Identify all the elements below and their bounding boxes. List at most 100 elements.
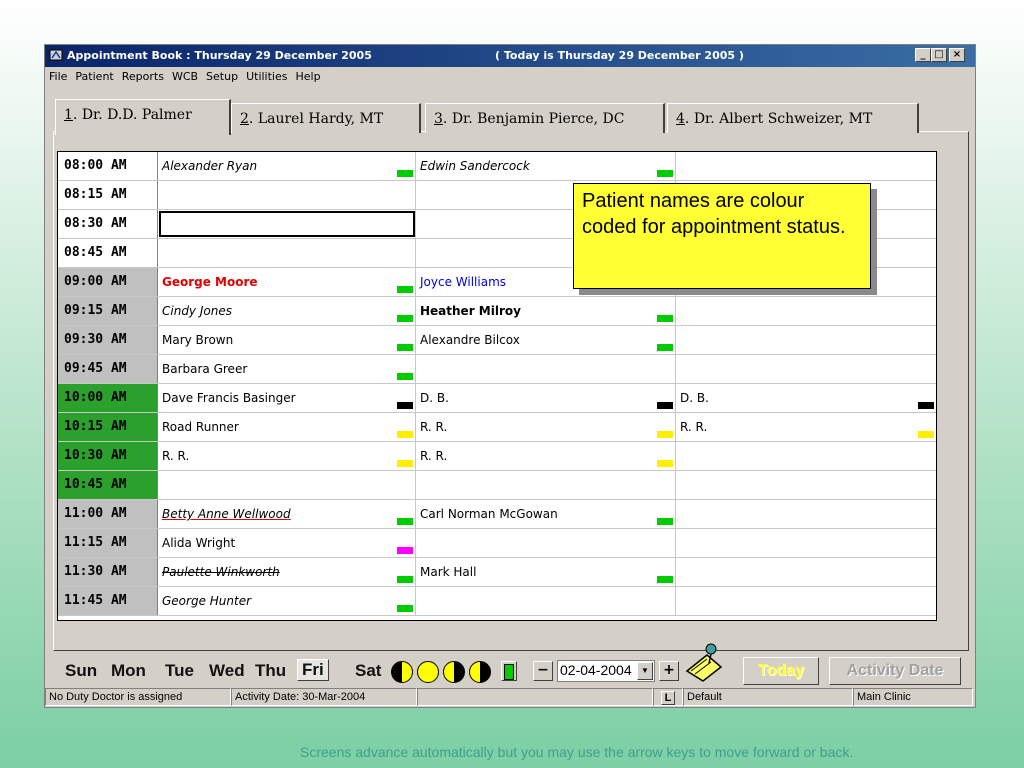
status-marker: [657, 518, 673, 525]
appointment-cell[interactable]: [676, 442, 936, 470]
next-date-button[interactable]: +: [659, 661, 679, 681]
day-wed-button[interactable]: Wed: [209, 661, 245, 681]
activity-date-button[interactable]: Activity Date: [829, 657, 961, 685]
minimize-button[interactable]: _: [915, 48, 931, 62]
status-marker: [397, 547, 413, 554]
chevron-down-icon[interactable]: ▼: [637, 662, 653, 680]
appointment-cell[interactable]: [676, 587, 936, 615]
time-slot-label: 09:30 AM: [58, 326, 158, 354]
tab-laurel-hardy[interactable]: 2. Laurel Hardy, MT: [231, 103, 421, 133]
appointment-cell[interactable]: Road Runner: [158, 413, 416, 441]
status-indicator-button[interactable]: [501, 661, 517, 681]
table-row: 11:30 AM Paulette Winkworth Mark Hall: [58, 558, 936, 587]
tab-albert-schweizer[interactable]: 4. Dr. Albert Schweizer, MT: [667, 103, 919, 133]
status-marker: [657, 315, 673, 322]
appointment-cell[interactable]: George Moore: [158, 268, 416, 296]
appointment-cell[interactable]: D. B.: [416, 384, 676, 412]
day-fri-button[interactable]: Fri: [297, 659, 329, 681]
time-slot-label: 09:00 AM: [58, 268, 158, 296]
note-pin-icon[interactable]: [681, 641, 729, 685]
appointment-cell[interactable]: Edwin Sandercock: [416, 152, 676, 180]
patient-name: Dave Francis Basinger: [162, 391, 296, 405]
appointment-cell[interactable]: [676, 355, 936, 383]
date-picker[interactable]: 02-04-2004 ▼: [557, 660, 655, 682]
appointment-cell[interactable]: Carl Norman McGowan: [416, 500, 676, 528]
appointment-cell[interactable]: [676, 500, 936, 528]
day-sat-button[interactable]: Sat: [355, 661, 381, 681]
menu-file[interactable]: File: [45, 67, 71, 83]
clinic-status: Main Clinic: [853, 688, 973, 706]
time-slot-label: 11:15 AM: [58, 529, 158, 557]
appointment-cell[interactable]: Betty Anne Wellwood: [158, 500, 416, 528]
appointment-cell[interactable]: [416, 471, 676, 499]
appointment-cell[interactable]: Alexander Ryan: [158, 152, 416, 180]
day-thu-button[interactable]: Thu: [255, 661, 286, 681]
appointment-cell[interactable]: [676, 152, 936, 180]
tab-dr-palmer[interactable]: 1. Dr. D.D. Palmer: [55, 99, 231, 135]
patient-name: Cindy Jones: [162, 304, 232, 318]
menu-setup[interactable]: Setup: [202, 67, 242, 83]
appointment-cell[interactable]: [158, 210, 416, 238]
time-slot-label: 10:30 AM: [58, 442, 158, 470]
appointment-cell[interactable]: [158, 239, 416, 267]
appointment-cell[interactable]: R. R.: [676, 413, 936, 441]
appointment-cell[interactable]: [158, 181, 416, 209]
status-marker: [657, 576, 673, 583]
moon-phase-icon[interactable]: [391, 661, 413, 683]
day-mon-button[interactable]: Mon: [111, 661, 146, 681]
menu-wcb[interactable]: WCB: [168, 67, 202, 83]
appointment-cell[interactable]: [416, 529, 676, 557]
appointment-cell[interactable]: [676, 558, 936, 586]
table-row: 09:45 AM Barbara Greer: [58, 355, 936, 384]
time-slot-label: 09:45 AM: [58, 355, 158, 383]
menu-reports[interactable]: Reports: [118, 67, 168, 83]
patient-name: Betty Anne Wellwood: [162, 507, 291, 521]
menu-help[interactable]: Help: [291, 67, 324, 83]
appointment-cell[interactable]: Alexandre Bilcox: [416, 326, 676, 354]
close-button[interactable]: ×: [949, 48, 965, 62]
appointment-cell[interactable]: Dave Francis Basinger: [158, 384, 416, 412]
previous-date-button[interactable]: −: [533, 661, 553, 681]
table-row: 11:00 AM Betty Anne Wellwood Carl Norman M…: [58, 500, 936, 529]
table-row: 10:15 AM Road Runner R. R. R. R.: [58, 413, 936, 442]
appointment-cell[interactable]: Mark Hall: [416, 558, 676, 586]
appointment-cell[interactable]: [676, 529, 936, 557]
time-slot-label: 11:30 AM: [58, 558, 158, 586]
moon-phase-icon[interactable]: [417, 661, 439, 683]
appointment-cell[interactable]: [676, 297, 936, 325]
appointment-cell[interactable]: Heather Milroy: [416, 297, 676, 325]
day-tue-button[interactable]: Tue: [165, 661, 194, 681]
appointment-cell[interactable]: Alida Wright: [158, 529, 416, 557]
menu-patient[interactable]: Patient: [71, 67, 117, 83]
appointment-cell[interactable]: Barbara Greer: [158, 355, 416, 383]
day-sun-button[interactable]: Sun: [65, 661, 97, 681]
appointment-cell[interactable]: R. R.: [158, 442, 416, 470]
appointment-cell[interactable]: D. B.: [676, 384, 936, 412]
appointment-cell[interactable]: [158, 471, 416, 499]
table-row: 10:00 AM Dave Francis Basinger D. B. D. B.: [58, 384, 936, 413]
status-marker: [397, 344, 413, 351]
time-slot-label: 10:00 AM: [58, 384, 158, 412]
tab-benjamin-pierce[interactable]: 3. Dr. Benjamin Pierce, DC: [425, 103, 665, 133]
status-marker: [657, 344, 673, 351]
appointment-cell[interactable]: Cindy Jones: [158, 297, 416, 325]
appointment-cell[interactable]: [676, 326, 936, 354]
green-indicator-icon: [504, 664, 514, 680]
appointment-cell[interactable]: [416, 587, 676, 615]
appointment-cell[interactable]: R. R.: [416, 442, 676, 470]
moon-phase-icon[interactable]: [443, 661, 465, 683]
status-marker: [397, 315, 413, 322]
menu-utilities[interactable]: Utilities: [242, 67, 291, 83]
appointment-cell[interactable]: George Hunter: [158, 587, 416, 615]
maximize-button[interactable]: □: [931, 48, 947, 62]
moon-phase-icon[interactable]: [469, 661, 491, 683]
appointment-cell[interactable]: [416, 355, 676, 383]
tab-label: . Dr. Benjamin Pierce, DC: [442, 111, 625, 127]
l-label: L: [660, 691, 676, 705]
appointment-cell[interactable]: R. R.: [416, 413, 676, 441]
l-status-button[interactable]: L: [653, 688, 683, 706]
appointment-cell[interactable]: Mary Brown: [158, 326, 416, 354]
today-button[interactable]: Today: [743, 657, 819, 685]
appointment-cell[interactable]: [676, 471, 936, 499]
appointment-cell[interactable]: Paulette Winkworth: [158, 558, 416, 586]
